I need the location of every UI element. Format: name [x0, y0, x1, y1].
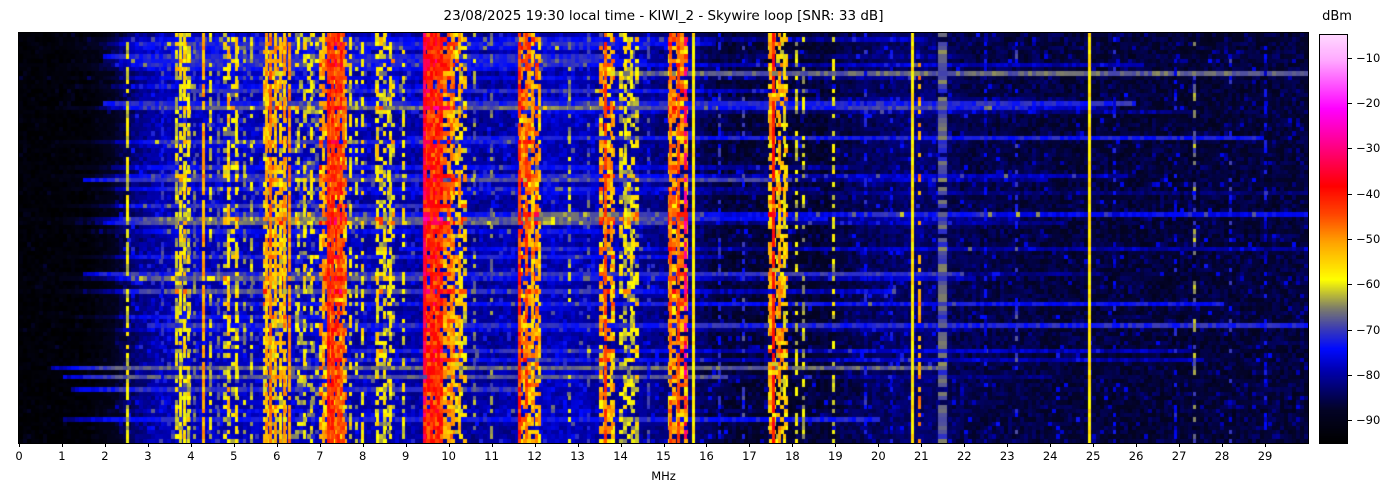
x-tick	[1136, 443, 1138, 447]
x-tick-label: 18	[785, 449, 800, 463]
x-tick-label: 12	[527, 449, 542, 463]
x-tick-label: 23	[999, 449, 1015, 463]
x-tick	[1222, 443, 1224, 447]
colorbar-tick-label: −90	[1356, 413, 1381, 428]
x-tick-label: 9	[402, 449, 410, 463]
x-tick	[190, 443, 192, 447]
x-tick-label: 19	[828, 449, 843, 463]
x-tick	[921, 443, 923, 447]
x-tick-label: 6	[273, 449, 281, 463]
x-tick-label: 29	[1257, 449, 1273, 463]
waterfall-heatmap	[19, 33, 1308, 443]
x-tick	[1007, 443, 1009, 447]
colorbar-tick	[1348, 148, 1352, 150]
colorbar-tick	[1348, 420, 1352, 422]
x-tick-label: 3	[144, 449, 152, 463]
x-tick	[104, 443, 106, 447]
x-tick-label: 24	[1042, 449, 1058, 463]
x-tick-label: 21	[913, 449, 929, 463]
x-tick	[620, 443, 622, 447]
x-tick-label: 5	[230, 449, 238, 463]
x-tick	[61, 443, 63, 447]
colorbar-tick	[1348, 329, 1352, 331]
x-tick	[534, 443, 536, 447]
x-tick	[147, 443, 149, 447]
x-tick	[749, 443, 751, 447]
x-tick-label: 4	[187, 449, 195, 463]
colorbar-tick	[1348, 103, 1352, 104]
colorbar-tick-label: −60	[1356, 277, 1381, 292]
colorbar-tick-label: −50	[1356, 232, 1381, 246]
colorbar-tick	[1348, 57, 1352, 59]
x-tick	[276, 443, 278, 447]
x-axis-label: MHz	[651, 469, 676, 483]
x-tick	[577, 443, 579, 447]
x-tick-label: 16	[699, 449, 714, 463]
colorbar-frame	[1319, 34, 1348, 444]
x-tick-label: 1	[58, 449, 66, 463]
x-tick	[19, 443, 20, 447]
colorbar-tick	[1348, 375, 1352, 376]
colorbar-tick	[1348, 239, 1352, 240]
colorbar-tick-label: −10	[1356, 50, 1381, 65]
x-tick-label: 8	[359, 449, 367, 463]
colorbar-tick	[1348, 193, 1352, 195]
chart-title: 23/08/2025 19:30 local time - KIWI_2 - S…	[443, 8, 884, 24]
x-tick	[792, 443, 794, 447]
colorbar-tick-label: −30	[1356, 141, 1381, 156]
x-tick-label: 25	[1085, 449, 1101, 463]
x-tick	[878, 443, 880, 447]
x-tick-label: 26	[1128, 449, 1144, 463]
x-tick-label: 27	[1171, 449, 1187, 463]
x-tick-label: 13	[570, 449, 585, 463]
x-tick-label: 0	[15, 449, 23, 463]
x-tick-label: 11	[484, 449, 499, 463]
x-tick	[663, 443, 665, 447]
plot-frame	[18, 32, 1309, 444]
x-tick-label: 14	[613, 449, 628, 463]
x-tick	[1093, 443, 1095, 447]
colorbar-tick-label: −20	[1356, 96, 1381, 110]
colorbar-tick-label: −80	[1356, 368, 1381, 382]
x-tick-label: 2	[101, 449, 109, 463]
x-tick	[233, 443, 235, 447]
x-tick	[319, 443, 321, 447]
x-tick-label: 17	[742, 449, 757, 463]
x-tick-label: 7	[316, 449, 324, 463]
x-tick-label: 28	[1214, 449, 1230, 463]
colorbar-label: dBm	[1322, 9, 1352, 24]
colorbar-tick-label: −70	[1356, 322, 1381, 337]
colorbar-tick-label: −40	[1356, 186, 1381, 201]
spectrum-waterfall-figure: 23/08/2025 19:30 local time - KIWI_2 - S…	[0, 0, 1400, 500]
x-tick-label: 15	[656, 449, 671, 463]
x-tick	[1179, 443, 1181, 447]
x-tick	[362, 443, 364, 447]
x-tick	[448, 443, 450, 447]
x-tick	[964, 443, 966, 447]
x-tick	[491, 443, 493, 447]
x-tick	[405, 443, 407, 447]
x-tick-label: 10	[441, 449, 456, 463]
x-tick	[1265, 443, 1267, 447]
x-tick-label: 20	[871, 449, 886, 463]
x-tick-label: 22	[956, 449, 972, 463]
x-tick	[835, 443, 837, 447]
x-tick	[706, 443, 708, 447]
colorbar-tick	[1348, 284, 1352, 286]
colorbar-gradient	[1320, 35, 1347, 443]
x-tick	[1050, 443, 1052, 447]
